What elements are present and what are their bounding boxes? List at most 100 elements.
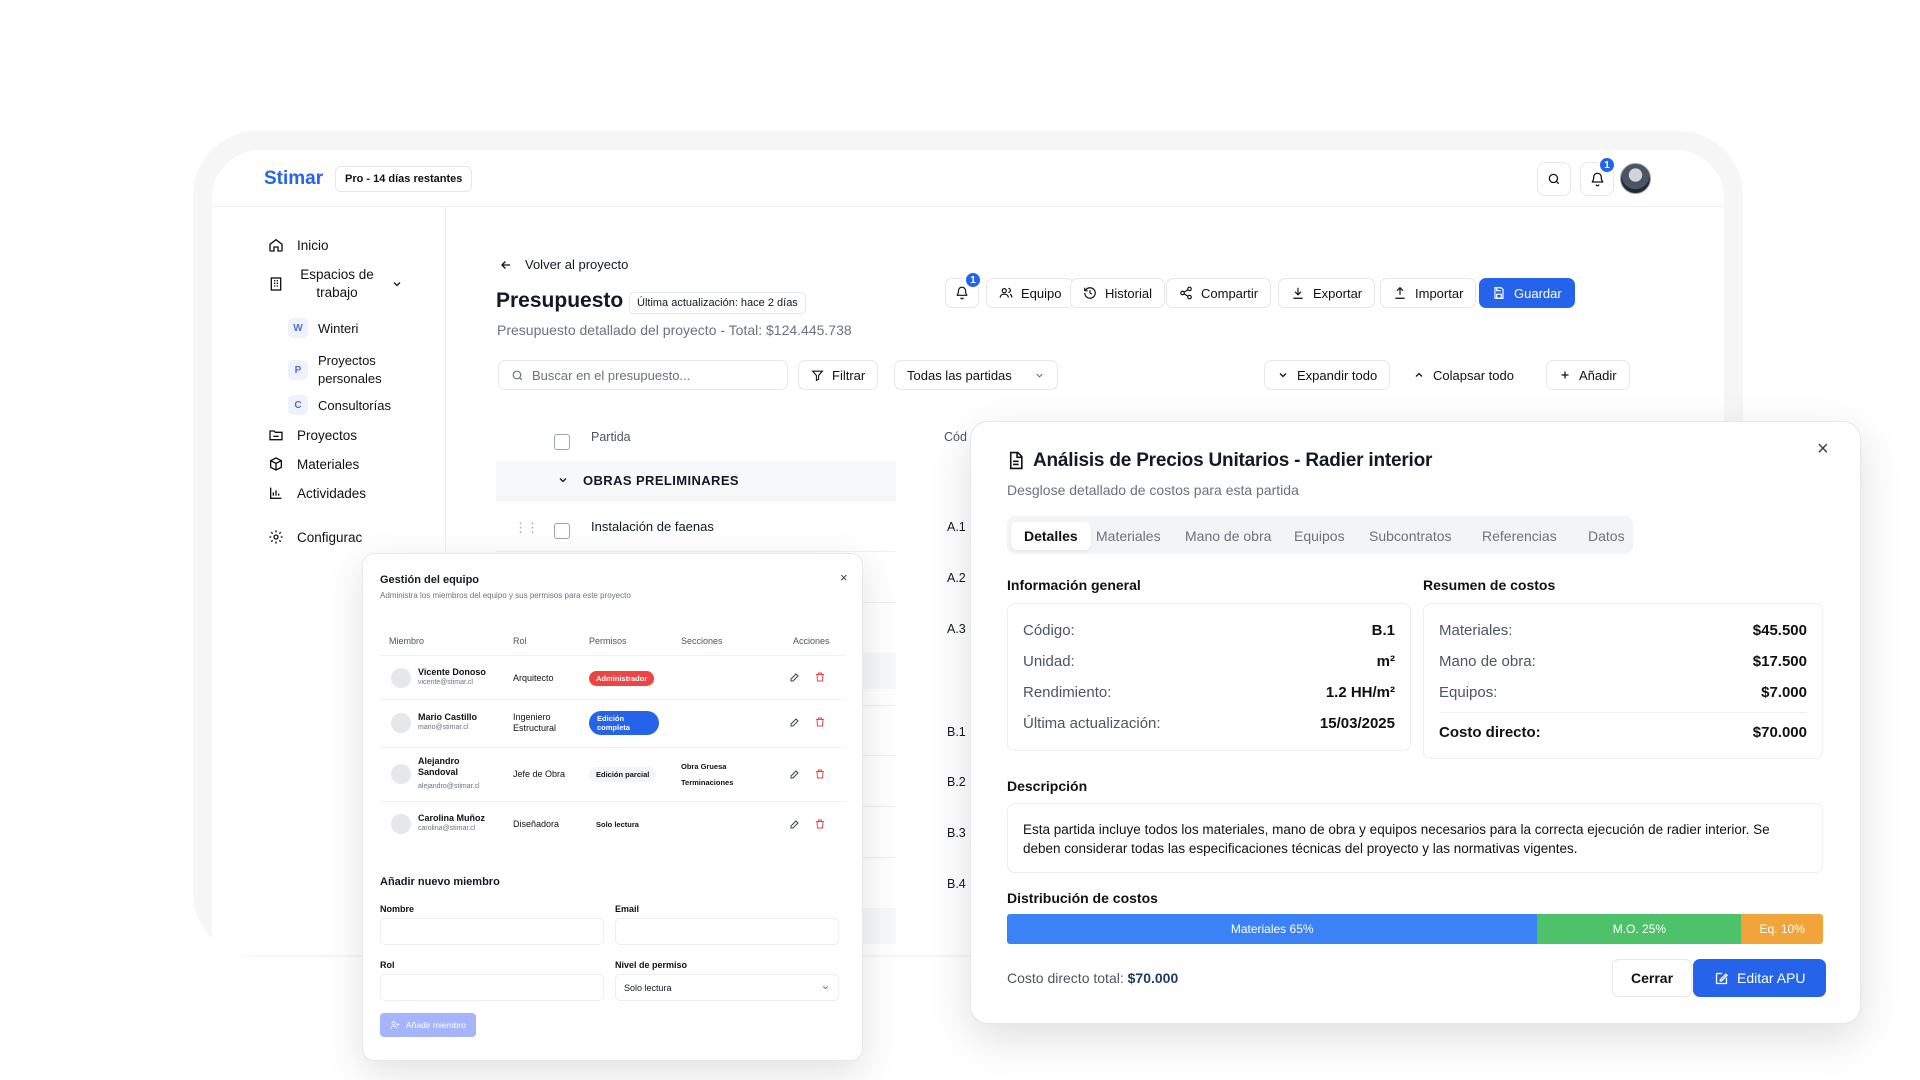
history-button-label: Historial	[1105, 285, 1152, 301]
export-button[interactable]: Exportar	[1278, 278, 1376, 308]
expand-all-button[interactable]: Expandir todo	[1264, 360, 1391, 390]
workspace-label: Consultorías	[318, 397, 391, 413]
edit-apu-button[interactable]: Editar APU	[1693, 959, 1827, 997]
summary-label: Materiales:	[1439, 622, 1513, 639]
tab-mano-de-obra[interactable]: Mano de obra	[1185, 522, 1271, 550]
edit-icon[interactable]	[789, 818, 801, 830]
drag-handle-icon[interactable]: ⋮⋮	[514, 520, 539, 536]
filter-button[interactable]: Filtrar	[798, 360, 879, 390]
tab-materiales[interactable]: Materiales	[1096, 522, 1161, 550]
summary-value: $17.500	[1752, 653, 1807, 670]
close-button[interactable]: Cerrar	[1612, 959, 1693, 997]
sidebar-item-actividades[interactable]: Actividades	[267, 484, 366, 502]
row-partida-name: Instalación de faenas	[591, 519, 714, 534]
cost-summary-card: Materiales: $45.500 Mano de obra: $17.50…	[1423, 603, 1823, 759]
import-button[interactable]: Importar	[1380, 278, 1477, 308]
team-button-label: Equipo	[1021, 285, 1062, 301]
workspace-item-winteri[interactable]: W Winteri	[288, 318, 358, 338]
workspace-label: Proyectos personales	[318, 353, 382, 386]
role-input[interactable]	[380, 974, 604, 1001]
tab-referencias[interactable]: Referencias	[1482, 522, 1557, 550]
workspace-item-personales[interactable]: P Proyectos personales	[288, 352, 393, 388]
filter-button-label: Filtrar	[832, 367, 866, 383]
edit-icon[interactable]	[789, 716, 801, 728]
back-link[interactable]: Volver al proyecto	[499, 257, 628, 272]
permission-badge: Edición parcial	[589, 767, 657, 782]
sidebar-item-label: Actividades	[297, 485, 367, 501]
row-code: A.1	[947, 520, 966, 534]
trash-icon[interactable]	[814, 818, 826, 830]
select-all-checkbox[interactable]	[554, 434, 570, 450]
member-name: Vicente Donoso	[418, 667, 486, 677]
sidebar-item-proyectos[interactable]: Proyectos	[267, 426, 357, 444]
notifications-count-badge: 1	[1598, 156, 1616, 174]
sidebar-item-label: Inicio	[297, 237, 329, 253]
edit-icon[interactable]	[789, 671, 801, 683]
direct-cost-label: Costo directo:	[1439, 724, 1541, 741]
trash-icon[interactable]	[814, 716, 826, 728]
trash-icon[interactable]	[814, 671, 826, 683]
sidebar-item-espacios[interactable]: Espacios de trabajo	[267, 266, 403, 302]
budget-search-input[interactable]: Buscar en el presupuesto...	[498, 360, 788, 390]
workspace-letter-badge: C	[288, 395, 308, 415]
user-plus-icon	[390, 1021, 400, 1029]
share-icon	[1180, 286, 1192, 300]
add-member-button[interactable]: Añadir miembro	[380, 1013, 476, 1037]
partidas-select-value: Todas las partidas	[907, 367, 1012, 383]
cost-summary-title: Resumen de costos	[1423, 577, 1556, 593]
chart-icon	[267, 484, 285, 502]
tab-detalles[interactable]: Detalles	[1011, 522, 1091, 550]
chevron-down-icon[interactable]	[391, 278, 403, 290]
distribution-segment: Eq. 10%	[1741, 914, 1823, 944]
row-code: B.4	[947, 877, 966, 891]
team-button[interactable]: Equipo	[986, 278, 1075, 308]
brand-logo[interactable]: Stimar	[264, 168, 323, 190]
row-checkbox[interactable]	[554, 523, 570, 539]
team-dialog-title: Gestión del equipo	[380, 574, 480, 586]
tab-subcontratos[interactable]: Subcontratos	[1369, 522, 1452, 550]
search-button[interactable]	[1537, 162, 1571, 196]
edit-icon[interactable]	[789, 768, 801, 780]
add-button[interactable]: Añadir	[1546, 360, 1630, 390]
bell-icon	[956, 286, 968, 300]
permission-level-select[interactable]: Solo lectura	[615, 974, 839, 1001]
summary-value: $45.500	[1752, 622, 1807, 639]
close-icon[interactable]: ×	[1817, 438, 1829, 461]
save-button[interactable]: Guardar	[1479, 278, 1575, 308]
workspace-letter-badge: P	[288, 360, 308, 380]
collapse-all-button[interactable]: Colapsar todo	[1401, 360, 1526, 390]
apu-tabs: Detalles Materiales Mano de obra Equipos…	[1007, 516, 1633, 554]
member-role: Diseñadora	[513, 819, 560, 829]
summary-label: Mano de obra:	[1439, 653, 1536, 670]
edit-icon	[1715, 972, 1729, 984]
users-icon	[999, 287, 1013, 298]
permission-badge: Edición completa	[589, 711, 659, 735]
info-value: 1.2 HH/m²	[1325, 684, 1395, 701]
column-header-codigo: Cód	[944, 430, 967, 444]
email-input[interactable]	[615, 918, 839, 945]
summary-value: $7.000	[1761, 684, 1807, 701]
trash-icon[interactable]	[814, 768, 826, 780]
summary-divider	[1439, 712, 1807, 713]
column-header-partida: Partida	[591, 430, 631, 444]
chevron-down-icon[interactable]	[557, 474, 569, 486]
row-code: B.3	[947, 826, 966, 840]
sidebar-item-inicio[interactable]: Inicio	[267, 236, 329, 254]
name-input[interactable]	[380, 918, 604, 945]
description-title: Descripción	[1007, 778, 1088, 794]
info-value: B.1	[1371, 622, 1395, 639]
partidas-select[interactable]: Todas las partidas	[894, 360, 1058, 390]
row-divider	[496, 551, 896, 552]
share-button[interactable]: Compartir	[1166, 278, 1272, 308]
tab-equipos[interactable]: Equipos	[1294, 522, 1345, 550]
team-row-divider	[380, 801, 846, 802]
tab-datos[interactable]: Datos	[1588, 522, 1625, 550]
sidebar-item-configuracion[interactable]: Configurac	[267, 528, 362, 546]
history-button[interactable]: Historial	[1070, 278, 1165, 308]
search-icon	[512, 370, 523, 380]
sidebar-item-materiales[interactable]: Materiales	[267, 455, 359, 473]
workspace-item-consultorias[interactable]: C Consultorías	[288, 395, 391, 415]
expand-all-label: Expandir todo	[1297, 367, 1378, 383]
close-icon[interactable]: ×	[840, 570, 848, 585]
user-avatar[interactable]	[1620, 163, 1651, 194]
